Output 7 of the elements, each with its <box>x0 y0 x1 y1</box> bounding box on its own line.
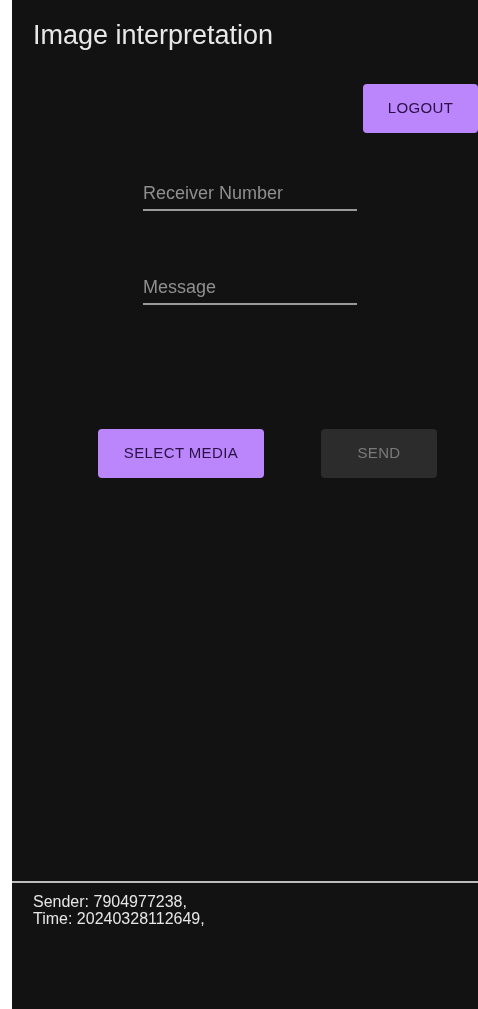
output-line: Sender: 7904977238, <box>33 893 187 910</box>
receiver-number-field[interactable]: Receiver Number <box>143 177 357 211</box>
app-title: Image interpretation <box>33 19 274 52</box>
logout-button[interactable]: LOGOUT <box>363 84 478 133</box>
select-media-button[interactable]: SELECT MEDIA <box>98 429 264 478</box>
message-field[interactable]: Message <box>143 271 357 305</box>
output-line: Time: 20240328112649, <box>33 910 205 927</box>
